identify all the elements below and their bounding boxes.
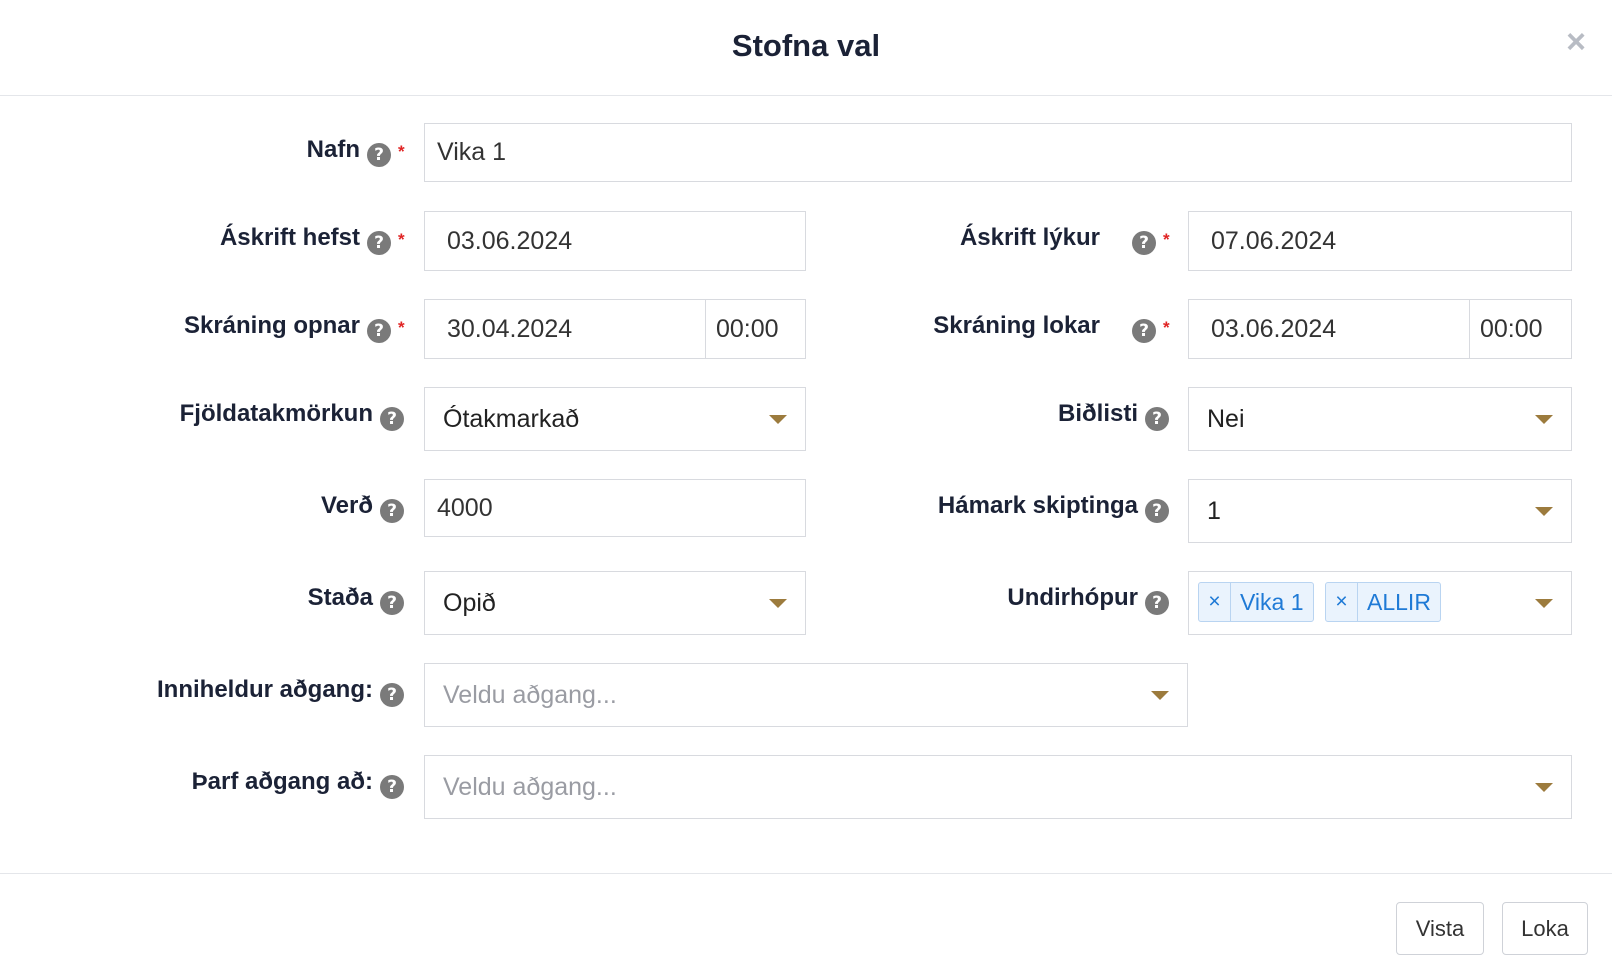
requires-access-help-icon[interactable]: ? xyxy=(380,775,404,799)
subscription-end-help-icon[interactable]: ? xyxy=(1132,231,1156,255)
requires-access-select[interactable]: Veldu aðgang... xyxy=(424,755,1572,819)
chevron-down-icon xyxy=(1535,783,1553,792)
status-value: Opið xyxy=(443,588,496,617)
registration-opens-label: Skráning opnar xyxy=(183,312,360,339)
registration-closes-time-input[interactable]: 00:00 xyxy=(1469,299,1572,359)
name-input[interactable]: Vika 1 xyxy=(424,123,1572,182)
subgroup-label: Undirhópur xyxy=(1007,584,1138,611)
chevron-down-icon xyxy=(769,415,787,424)
subgroup-tag-label: ALLIR xyxy=(1367,588,1431,615)
registration-opens-time-input[interactable]: 00:00 xyxy=(705,299,806,359)
price-input[interactable]: 4000 xyxy=(424,479,806,537)
max-installments-label: Hámark skiptinga xyxy=(937,492,1138,519)
save-button[interactable]: Vista xyxy=(1396,902,1484,955)
status-help-icon[interactable]: ? xyxy=(380,591,404,615)
registration-opens-help-icon[interactable]: ? xyxy=(367,319,391,343)
includes-access-help-icon[interactable]: ? xyxy=(380,683,404,707)
requires-access-placeholder: Veldu aðgang... xyxy=(443,772,617,801)
subscription-end-date-input[interactable]: 07.06.2024 xyxy=(1188,211,1572,271)
registration-opens-date-input[interactable]: 30.04.2024 xyxy=(424,299,706,359)
chevron-down-icon xyxy=(1535,599,1553,608)
registration-closes-required-marker: * xyxy=(1163,318,1170,337)
chevron-down-icon xyxy=(769,599,787,608)
registration-closes-date-input[interactable]: 03.06.2024 xyxy=(1188,299,1470,359)
max-installments-help-icon[interactable]: ? xyxy=(1145,499,1169,523)
subgroup-tag-label: Vika 1 xyxy=(1240,588,1304,615)
registration-closes-label: Skráning lokar xyxy=(933,312,1100,339)
subgroup-tag: × ALLIR xyxy=(1325,582,1441,622)
price-help-icon[interactable]: ? xyxy=(380,499,404,523)
create-option-dialog: Stofna val × Nafn ? * Vika 1 Áskrift hef… xyxy=(0,0,1612,980)
waiting-list-select[interactable]: Nei xyxy=(1188,387,1572,451)
requires-access-label: Þarf aðgang að: xyxy=(191,768,373,795)
subscription-end-label: Áskrift lýkur xyxy=(959,224,1100,251)
name-help-icon[interactable]: ? xyxy=(367,143,391,167)
dialog-title: Stofna val xyxy=(731,28,881,63)
capacity-limit-select[interactable]: Ótakmarkað xyxy=(424,387,806,451)
status-label: Staða xyxy=(307,584,373,611)
status-select[interactable]: Opið xyxy=(424,571,806,635)
waiting-list-help-icon[interactable]: ? xyxy=(1145,407,1169,431)
registration-closes-help-icon[interactable]: ? xyxy=(1132,319,1156,343)
dialog-footer-divider xyxy=(0,873,1612,874)
name-required-marker: * xyxy=(398,142,405,161)
capacity-limit-value: Ótakmarkað xyxy=(443,404,580,433)
dialog-header: Stofna val × xyxy=(0,0,1612,96)
max-installments-value: 1 xyxy=(1207,496,1221,525)
subscription-start-required-marker: * xyxy=(398,230,405,249)
price-label: Verð xyxy=(320,492,373,519)
capacity-limit-label: Fjöldatakmörkun xyxy=(179,400,373,427)
subscription-start-label: Áskrift hefst xyxy=(219,224,360,251)
includes-access-placeholder: Veldu aðgang... xyxy=(443,680,617,709)
subgroup-tag: × Vika 1 xyxy=(1198,582,1314,622)
capacity-limit-help-icon[interactable]: ? xyxy=(380,407,404,431)
subscription-start-date-input[interactable]: 03.06.2024 xyxy=(424,211,806,271)
chevron-down-icon xyxy=(1151,691,1169,700)
name-label: Nafn xyxy=(306,136,360,163)
remove-tag-icon[interactable]: × xyxy=(1199,583,1231,621)
chevron-down-icon xyxy=(1535,415,1553,424)
waiting-list-value: Nei xyxy=(1207,404,1245,433)
chevron-down-icon xyxy=(1535,507,1553,516)
close-icon[interactable]: × xyxy=(1566,24,1586,60)
registration-opens-required-marker: * xyxy=(398,318,405,337)
subgroup-help-icon[interactable]: ? xyxy=(1145,591,1169,615)
waiting-list-label: Biðlisti xyxy=(1057,400,1138,427)
subscription-end-required-marker: * xyxy=(1163,230,1170,249)
includes-access-select[interactable]: Veldu aðgang... xyxy=(424,663,1188,727)
close-button[interactable]: Loka xyxy=(1502,902,1588,955)
subscription-start-help-icon[interactable]: ? xyxy=(367,231,391,255)
max-installments-select[interactable]: 1 xyxy=(1188,479,1572,543)
includes-access-label: Inniheldur aðgang: xyxy=(157,676,373,703)
remove-tag-icon[interactable]: × xyxy=(1326,583,1358,621)
